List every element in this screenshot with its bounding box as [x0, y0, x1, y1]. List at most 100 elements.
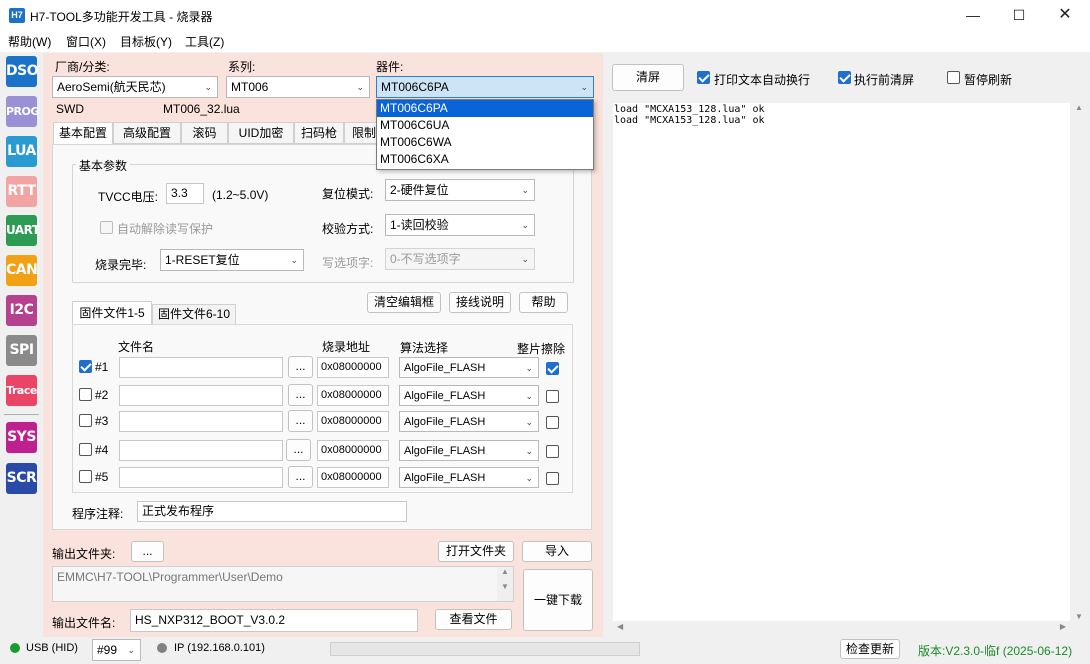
tab-basic-config[interactable]: 基本配置	[53, 122, 113, 145]
log-horizontal-scrollbar[interactable]: ◀ ▶	[613, 621, 1070, 635]
file-name-input[interactable]	[119, 440, 283, 461]
device-select[interactable]: MT006C6PA ⌄	[376, 76, 594, 98]
check-update-button[interactable]: 检查更新	[840, 639, 900, 659]
sidebar-lua-button[interactable]: LUA	[6, 136, 37, 167]
output-log[interactable]: load "MCXA153_128.lua" ok load "MCXA153_…	[613, 103, 1070, 621]
menu-tools[interactable]: 工具(Z)	[185, 33, 224, 50]
file-name-input[interactable]	[119, 411, 283, 432]
maximize-icon[interactable]: ☐	[996, 0, 1042, 30]
tab-uid-encrypt[interactable]: UID加密	[228, 122, 294, 144]
clear-editbox-button[interactable]: 清空编辑框	[367, 292, 441, 313]
chip-erase-checkbox[interactable]	[546, 416, 559, 429]
clear-screen-button[interactable]: 清屏	[612, 64, 684, 91]
file-browse-button[interactable]: ...	[286, 439, 311, 461]
menu-window[interactable]: 窗口(X)	[66, 33, 106, 50]
file-name-input[interactable]	[119, 357, 283, 378]
sidebar-prog-button[interactable]: PROG	[6, 96, 39, 127]
log-vertical-scrollbar[interactable]: ▲ ▼	[1070, 103, 1088, 621]
file-name-input[interactable]	[119, 385, 283, 406]
sidebar-dso-button[interactable]: DSO	[6, 56, 39, 87]
file-enable-checkbox[interactable]	[79, 443, 92, 456]
algorithm-select[interactable]: AlgoFile_FLASH ⌄	[399, 357, 539, 378]
port-select[interactable]: #99 ⌄	[92, 639, 141, 661]
burn-address-input[interactable]: 0x08000000	[317, 357, 389, 378]
chevron-down-icon: ⌄	[204, 82, 212, 92]
file-browse-button[interactable]: ...	[288, 384, 313, 406]
file-browse-button[interactable]: ...	[288, 410, 313, 432]
tvcc-range-label: (1.2~5.0V)	[212, 188, 269, 202]
output-folder-browse-button[interactable]: ...	[131, 541, 164, 562]
scroll-left-icon[interactable]: ◀	[617, 622, 623, 631]
close-icon[interactable]: ✕	[1042, 0, 1088, 30]
reset-mode-select[interactable]: 2-硬件复位 ⌄	[385, 179, 535, 201]
reset-mode-label: 复位模式:	[322, 187, 374, 201]
file-browse-button[interactable]: ...	[288, 466, 313, 488]
scroll-up-icon[interactable]: ▲	[497, 567, 513, 576]
sidebar-rtt-button[interactable]: RTT	[6, 176, 37, 207]
algorithm-select[interactable]: AlgoFile_FLASH ⌄	[399, 411, 539, 432]
chip-erase-checkbox[interactable]	[546, 362, 559, 375]
tab-barcode-scanner[interactable]: 扫码枪	[294, 122, 344, 144]
menu-help[interactable]: 帮助(W)	[8, 33, 51, 50]
tab-rolling-code[interactable]: 滚码	[181, 122, 228, 144]
burn-address-input[interactable]: 0x08000000	[317, 467, 389, 488]
import-button[interactable]: 导入	[522, 541, 592, 562]
help-button[interactable]: 帮助	[519, 292, 568, 313]
option-bytes-select[interactable]: 0-不写选项字 ⌄	[385, 248, 535, 270]
algorithm-select[interactable]: AlgoFile_FLASH ⌄	[399, 440, 539, 461]
finish-action-select[interactable]: 1-RESET复位 ⌄	[160, 249, 304, 271]
device-option[interactable]: MT006C6XA	[377, 151, 593, 168]
device-option[interactable]: MT006C6WA	[377, 134, 593, 151]
pause-refresh-checkbox[interactable]	[947, 71, 960, 84]
scroll-down-icon[interactable]: ▼	[497, 582, 513, 591]
scroll-right-icon[interactable]: ▶	[1060, 622, 1066, 631]
wiring-guide-button[interactable]: 接线说明	[449, 292, 511, 313]
interface-label: SWD	[56, 102, 84, 116]
file-browse-button[interactable]: ...	[288, 356, 313, 378]
tab-advanced-config[interactable]: 高级配置	[113, 122, 181, 144]
device-option[interactable]: MT006C6UA	[377, 117, 593, 134]
burn-address-input[interactable]: 0x08000000	[317, 440, 389, 461]
algorithm-select[interactable]: AlgoFile_FLASH ⌄	[399, 467, 539, 488]
sidebar-trace-button[interactable]: Trace	[6, 375, 37, 406]
file-index-label: #2	[95, 388, 109, 402]
tab-firmware-1-5[interactable]: 固件文件1-5	[72, 301, 152, 325]
file-enable-checkbox[interactable]	[79, 360, 92, 373]
sidebar-can-button[interactable]: CAN	[6, 255, 38, 286]
algorithm-select[interactable]: AlgoFile_FLASH ⌄	[399, 385, 539, 406]
vendor-select[interactable]: AeroSemi(航天民芯) ⌄	[52, 76, 218, 98]
chip-erase-checkbox[interactable]	[546, 472, 559, 485]
sidebar-sys-button[interactable]: SYS	[6, 422, 37, 453]
scroll-up-icon[interactable]: ▲	[1070, 103, 1088, 112]
sidebar-spi-button[interactable]: SPI	[6, 335, 37, 366]
verify-mode-select[interactable]: 1-读回校验 ⌄	[385, 214, 535, 236]
output-path-box[interactable]: EMMC\H7-TOOL\Programmer\User\Demo	[52, 566, 514, 602]
sidebar-uart-button[interactable]: UART	[6, 215, 40, 246]
device-option[interactable]: MT006C6PA	[377, 100, 593, 117]
program-note-input[interactable]: 正式发布程序	[137, 501, 407, 522]
auto-wrap-checkbox[interactable]	[697, 71, 710, 84]
chip-erase-checkbox[interactable]	[546, 445, 559, 458]
view-file-button[interactable]: 查看文件	[435, 609, 512, 630]
tvcc-input[interactable]: 3.3	[166, 183, 204, 204]
burn-address-input[interactable]: 0x08000000	[317, 411, 389, 432]
one-click-download-button[interactable]: 一键下载	[523, 569, 593, 631]
file-enable-checkbox[interactable]	[79, 388, 92, 401]
open-folder-button[interactable]: 打开文件夹	[438, 541, 514, 562]
menu-target-board[interactable]: 目标板(Y)	[120, 33, 172, 50]
file-enable-checkbox[interactable]	[79, 470, 92, 483]
tab-firmware-6-10[interactable]: 固件文件6-10	[152, 304, 236, 325]
file-enable-checkbox[interactable]	[79, 414, 92, 427]
burn-address-input[interactable]: 0x08000000	[317, 385, 389, 406]
output-path-scrollbar[interactable]: ▲ ▼	[497, 567, 513, 601]
scroll-down-icon[interactable]: ▼	[1070, 612, 1088, 621]
sidebar-scr-button[interactable]: SCR	[6, 463, 37, 494]
output-filename-input[interactable]: HS_NXP312_BOOT_V3.0.2	[130, 609, 418, 632]
auto-unlock-checkbox[interactable]	[100, 221, 113, 234]
file-name-input[interactable]	[119, 467, 283, 488]
sidebar-i2c-button[interactable]: I2C	[6, 295, 37, 326]
minimize-icon[interactable]: —	[950, 0, 996, 30]
clear-before-run-checkbox[interactable]	[838, 71, 851, 84]
chip-erase-checkbox[interactable]	[546, 390, 559, 403]
series-select[interactable]: MT006 ⌄	[226, 76, 370, 98]
